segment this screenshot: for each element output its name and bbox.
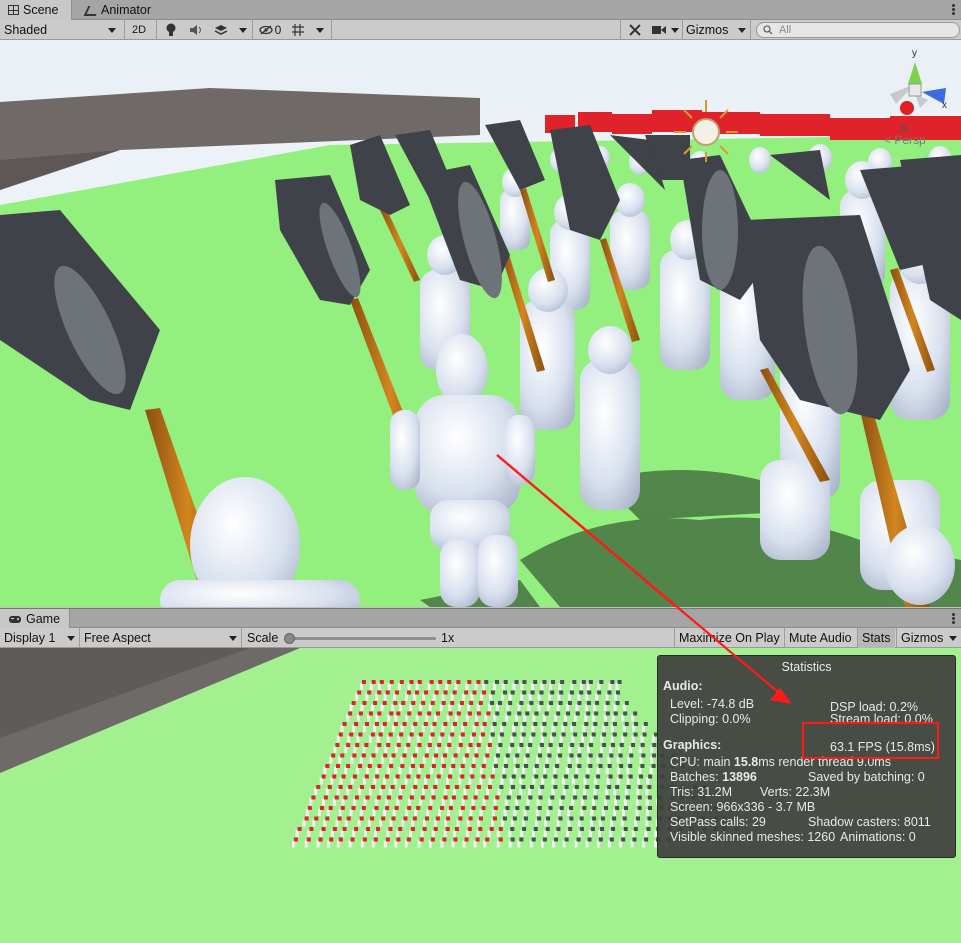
game-toolbar: Display 1 Free Aspect Scale 1x Maximize … bbox=[0, 628, 961, 648]
game-tabbar: Game bbox=[0, 608, 961, 629]
tab-game[interactable]: Game bbox=[0, 609, 70, 629]
batches-prefix: Batches: bbox=[670, 770, 723, 784]
scale-label: Scale bbox=[247, 631, 279, 645]
display-dropdown[interactable]: Display 1 bbox=[0, 628, 80, 648]
saved-by-batching: Saved by batching: 0 bbox=[808, 770, 925, 784]
chevron-down-icon bbox=[229, 635, 237, 641]
display-label: Display 1 bbox=[4, 631, 56, 645]
scale-slider-handle[interactable] bbox=[284, 633, 295, 644]
aspect-label: Free Aspect bbox=[84, 631, 151, 645]
cpu-main-value: 15.8 bbox=[733, 755, 759, 769]
fps-highlight-box bbox=[802, 722, 939, 759]
game-gizmos-button[interactable]: Gizmos bbox=[896, 628, 961, 648]
mute-audio-label: Mute Audio bbox=[789, 631, 852, 645]
audio-level: Level: -74.8 dB bbox=[670, 697, 755, 711]
cpu-prefix: CPU: main bbox=[670, 755, 734, 769]
stats-button[interactable]: Stats bbox=[857, 628, 895, 648]
scale-value: 1x bbox=[441, 631, 455, 645]
maximize-on-play-button[interactable]: Maximize On Play bbox=[674, 628, 784, 648]
statistics-title: Statistics bbox=[781, 660, 832, 674]
mute-audio-button[interactable]: Mute Audio bbox=[784, 628, 856, 648]
setpass-stats: SetPass calls: 29 bbox=[670, 815, 766, 829]
scale-slider[interactable] bbox=[284, 633, 436, 644]
game-window-menu-icon[interactable] bbox=[952, 613, 955, 625]
audio-header: Audio: bbox=[663, 679, 703, 693]
chevron-down-icon bbox=[67, 635, 75, 641]
animations-stats: Animations: 0 bbox=[840, 830, 916, 844]
stats-label: Stats bbox=[862, 631, 891, 645]
tris-stats: Tris: 31.2M bbox=[670, 785, 733, 799]
batches-value: 13896 bbox=[722, 770, 757, 784]
aspect-dropdown[interactable]: Free Aspect bbox=[80, 628, 242, 648]
gamepad-icon bbox=[9, 616, 21, 623]
audio-clipping: Clipping: 0.0% bbox=[670, 712, 751, 726]
chevron-down-icon bbox=[949, 635, 958, 641]
game-gizmos-label: Gizmos bbox=[901, 631, 944, 645]
maximize-on-play-label: Maximize On Play bbox=[679, 631, 780, 645]
batches-stats: Batches: 13896 bbox=[670, 770, 757, 784]
tab-game-label: Game bbox=[26, 612, 61, 626]
screen-stats: Screen: 966x336 - 3.7 MB bbox=[670, 800, 816, 814]
skinned-meshes: Visible skinned meshes: 1260 bbox=[670, 830, 836, 844]
verts-stats: Verts: 22.3M bbox=[760, 785, 831, 799]
graphics-header: Graphics: bbox=[663, 738, 722, 752]
shadow-casters: Shadow casters: 8011 bbox=[808, 815, 931, 829]
